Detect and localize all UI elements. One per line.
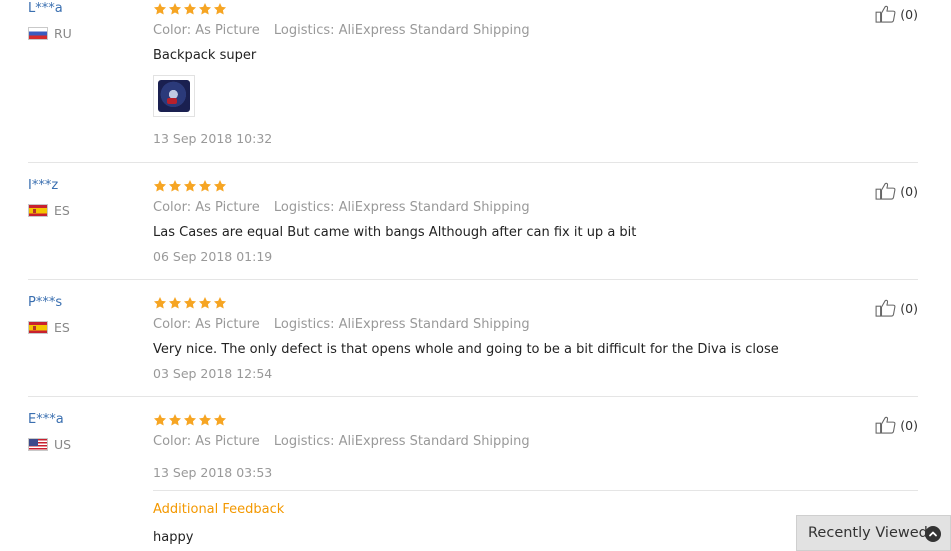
star-icon	[198, 2, 212, 16]
logistics-value: AliExpress Standard Shipping	[338, 23, 530, 38]
review-item: E***a US Color: As Picture Logistics: Al…	[28, 412, 918, 551]
color-label: Color:	[153, 23, 192, 38]
reviewer-country: ES	[28, 203, 70, 218]
color-label: Color:	[153, 200, 192, 215]
star-rating	[153, 2, 227, 16]
flag-ru-icon	[28, 27, 48, 40]
country-code: RU	[54, 26, 72, 41]
logistics-value: AliExpress Standard Shipping	[338, 317, 530, 332]
logistics-label: Logistics:	[273, 434, 335, 449]
additional-feedback-title: Additional Feedback	[153, 502, 285, 517]
star-icon	[198, 296, 212, 310]
flag-us-icon	[28, 438, 48, 451]
review-item: I***z ES Color: As Picture Logistics: Al…	[28, 178, 918, 280]
logistics-label: Logistics:	[273, 317, 335, 332]
review-date: 03 Sep 2018 12:54	[153, 366, 273, 381]
review-photo-thumbnail[interactable]	[153, 75, 195, 117]
star-icon	[168, 296, 182, 310]
star-icon	[213, 413, 227, 427]
helpful-button[interactable]: (0)	[875, 5, 918, 23]
review-meta: Color: As Picture Logistics: AliExpress …	[153, 200, 530, 215]
reviewer-name[interactable]: E***a	[28, 412, 64, 427]
helpful-button[interactable]: (0)	[875, 416, 918, 434]
star-icon	[168, 179, 182, 193]
review-text: Very nice. The only defect is that opens…	[153, 342, 779, 357]
helpful-count: (0)	[900, 183, 918, 199]
star-icon	[153, 179, 167, 193]
thumbs-up-icon	[875, 182, 897, 200]
helpful-count: (0)	[900, 417, 918, 433]
logistics-label: Logistics:	[273, 23, 335, 38]
flag-es-icon	[28, 321, 48, 334]
color-label: Color:	[153, 317, 192, 332]
country-code: ES	[54, 320, 70, 335]
star-icon	[213, 296, 227, 310]
helpful-button[interactable]: (0)	[875, 299, 918, 317]
star-icon	[183, 296, 197, 310]
helpful-button[interactable]: (0)	[875, 182, 918, 200]
star-icon	[198, 413, 212, 427]
thumbs-up-icon	[875, 5, 897, 23]
star-icon	[183, 413, 197, 427]
reviewer-country: US	[28, 437, 71, 452]
review-meta: Color: As Picture Logistics: AliExpress …	[153, 317, 530, 332]
country-code: US	[54, 437, 72, 452]
backpack-photo	[158, 80, 190, 112]
recently-viewed-label: Recently Viewed	[808, 525, 928, 541]
additional-feedback-text: happy	[153, 530, 194, 545]
additional-feedback-divider	[153, 490, 918, 491]
review-meta: Color: As Picture Logistics: AliExpress …	[153, 434, 530, 449]
reviewer-name[interactable]: I***z	[28, 178, 58, 193]
recently-viewed-button[interactable]: Recently Viewed	[796, 515, 951, 551]
reviewer-name[interactable]: P***s	[28, 295, 62, 310]
review-item: P***s ES Color: As Picture Logistics: Al…	[28, 295, 918, 397]
review-text: Backpack super	[153, 48, 257, 63]
star-icon	[183, 179, 197, 193]
color-value: As Picture	[195, 200, 260, 215]
color-value: As Picture	[195, 23, 260, 38]
review-text: Las Cases are equal But came with bangs …	[153, 225, 637, 240]
color-value: As Picture	[195, 434, 260, 449]
reviewer-country: RU	[28, 26, 72, 41]
country-code: ES	[54, 203, 70, 218]
star-icon	[168, 2, 182, 16]
helpful-count: (0)	[900, 6, 918, 22]
star-icon	[213, 179, 227, 193]
star-rating	[153, 179, 227, 193]
flag-es-icon	[28, 204, 48, 217]
review-item: L***a RU Color: As Picture Logistics: Al…	[28, 1, 918, 163]
color-value: As Picture	[195, 317, 260, 332]
review-meta: Color: As Picture Logistics: AliExpress …	[153, 23, 530, 38]
logistics-value: AliExpress Standard Shipping	[338, 200, 530, 215]
color-label: Color:	[153, 434, 192, 449]
star-rating	[153, 413, 227, 427]
thumbs-up-icon	[875, 416, 897, 434]
star-rating	[153, 296, 227, 310]
star-icon	[153, 2, 167, 16]
thumbs-up-icon	[875, 299, 897, 317]
star-icon	[183, 2, 197, 16]
reviewer-country: ES	[28, 320, 70, 335]
logistics-value: AliExpress Standard Shipping	[338, 434, 530, 449]
logistics-label: Logistics:	[273, 200, 335, 215]
review-date: 13 Sep 2018 10:32	[153, 131, 273, 146]
chevron-up-circle-icon	[925, 526, 941, 542]
helpful-count: (0)	[900, 300, 918, 316]
reviewer-name[interactable]: L***a	[28, 1, 63, 16]
review-date: 13 Sep 2018 03:53	[153, 465, 273, 480]
star-icon	[168, 413, 182, 427]
star-icon	[153, 296, 167, 310]
star-icon	[213, 2, 227, 16]
review-date: 06 Sep 2018 01:19	[153, 249, 273, 264]
star-icon	[153, 413, 167, 427]
star-icon	[198, 179, 212, 193]
